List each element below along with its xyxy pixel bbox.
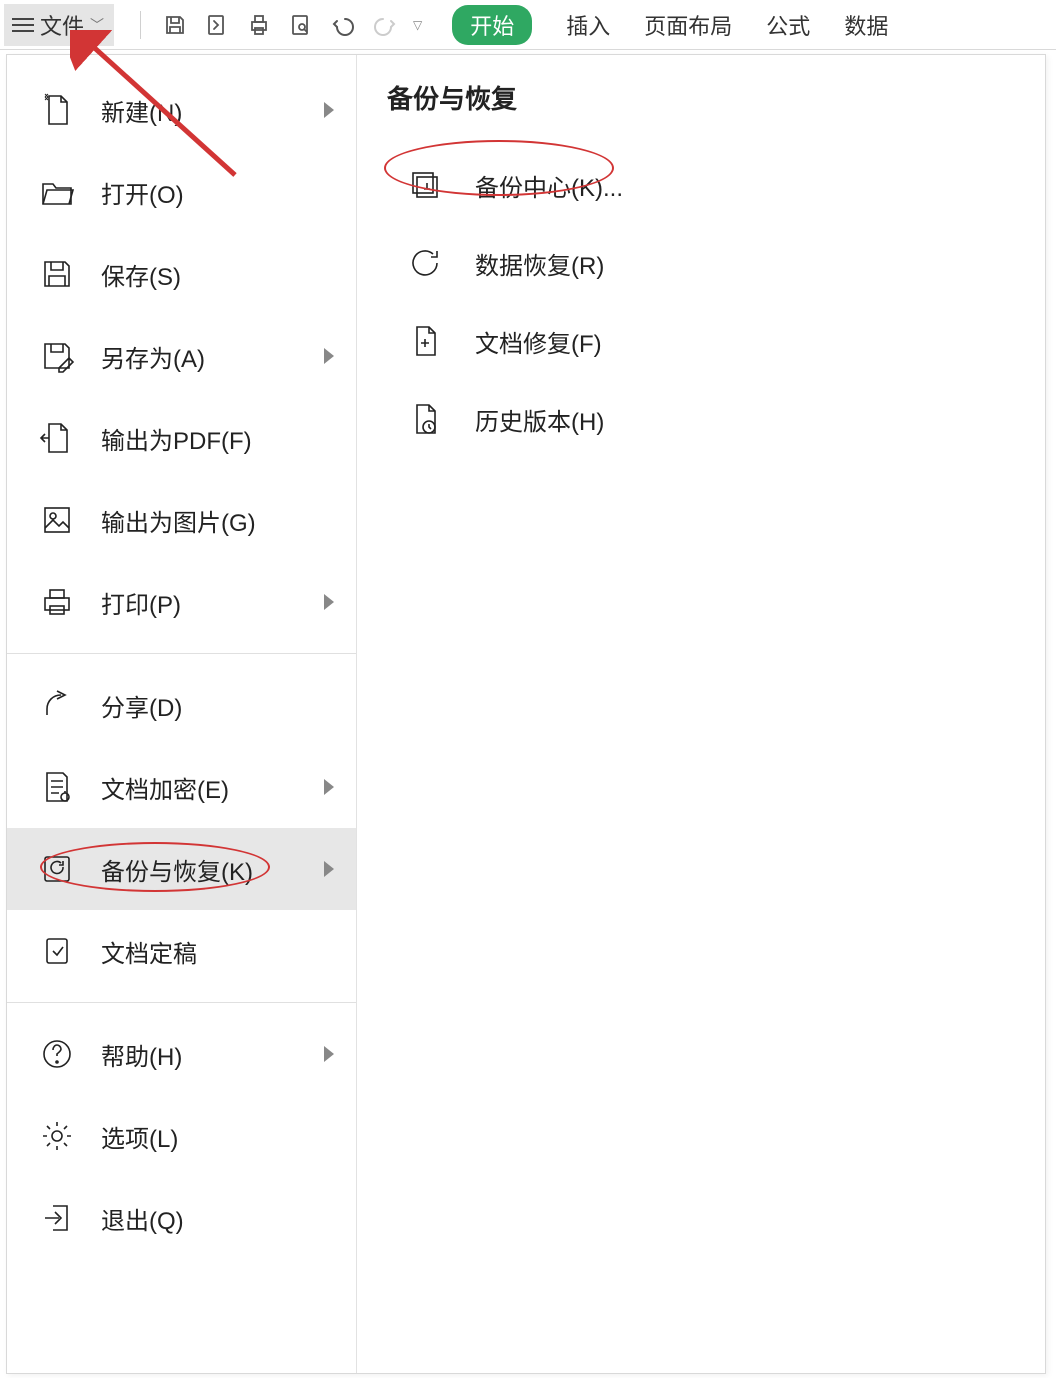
exit-icon (37, 1198, 77, 1238)
menu-item-encrypt[interactable]: 文档加密(E) (7, 746, 356, 828)
menu-item-label: 文档加密(E) (101, 770, 229, 805)
export-icon[interactable] (203, 11, 231, 39)
top-toolbar: 文件 ﹀ ▽ 开始 插入 页面布局 公式 数据 (0, 0, 1056, 50)
finalize-icon (37, 931, 77, 971)
menu-item-print[interactable]: 打印(P) (7, 561, 356, 643)
sub-item-label: 备份中心(K)... (475, 168, 623, 203)
backup-restore-icon (37, 849, 77, 889)
share-icon (37, 685, 77, 725)
menu-item-label: 文档定稿 (101, 934, 197, 969)
subpanel-title: 备份与恢复 (387, 79, 1015, 116)
sub-item-label: 数据恢复(R) (475, 246, 604, 281)
menu-item-label: 保存(S) (101, 257, 181, 292)
menu-item-share[interactable]: 分享(D) (7, 664, 356, 746)
tab-insert[interactable]: 插入 (566, 9, 610, 41)
menu-item-exit[interactable]: 退出(Q) (7, 1177, 356, 1259)
tab-start[interactable]: 开始 (452, 5, 532, 45)
menu-item-label: 帮助(H) (101, 1037, 182, 1072)
chevron-down-icon: ﹀ (90, 15, 104, 35)
save-disk-icon (37, 254, 77, 294)
file-dropdown: 新建(N) 打开(O) 保存(S) 另存为(A) 输 (6, 54, 1046, 1374)
encrypt-icon (37, 767, 77, 807)
menu-item-label: 输出为图片(G) (101, 503, 256, 538)
menu-item-label: 退出(Q) (101, 1201, 184, 1236)
menu-separator (7, 1002, 356, 1003)
open-folder-icon (37, 172, 77, 212)
tab-data[interactable]: 数据 (844, 9, 888, 41)
preview-icon[interactable] (287, 11, 315, 39)
print-icon[interactable] (245, 11, 273, 39)
submenu-arrow-icon (324, 102, 334, 118)
submenu-arrow-icon (324, 348, 334, 364)
history-icon (405, 399, 445, 439)
menu-item-options[interactable]: 选项(L) (7, 1095, 356, 1177)
submenu-arrow-icon (324, 779, 334, 795)
qat-overflow-chevron-icon[interactable]: ▽ (413, 18, 422, 32)
help-icon (37, 1034, 77, 1074)
sub-item-data-recovery[interactable]: 数据恢复(R) (387, 224, 1015, 302)
sub-item-label: 历史版本(H) (475, 402, 604, 437)
file-menu-button[interactable]: 文件 ﹀ (4, 4, 114, 46)
printer-icon (37, 582, 77, 622)
ribbon-tabs: 开始 插入 页面布局 公式 数据 (452, 5, 888, 45)
menu-item-label: 输出为PDF(F) (101, 421, 252, 456)
quick-access-toolbar: ▽ (134, 11, 422, 39)
sub-item-doc-repair[interactable]: 文档修复(F) (387, 302, 1015, 380)
tab-formula[interactable]: 公式 (766, 9, 810, 41)
backup-restore-subpanel: 备份与恢复 备份中心(K)... 数据恢复(R) 文档修复(F) 历史版本(H) (357, 55, 1045, 1373)
save-as-icon (37, 336, 77, 376)
file-menu-list: 新建(N) 打开(O) 保存(S) 另存为(A) 输 (7, 55, 357, 1373)
sub-item-history-version[interactable]: 历史版本(H) (387, 380, 1015, 458)
menu-item-help[interactable]: 帮助(H) (7, 1013, 356, 1095)
menu-item-label: 打印(P) (101, 585, 181, 620)
data-recovery-icon (405, 243, 445, 283)
qat-divider (140, 11, 141, 39)
menu-item-label: 打开(O) (101, 175, 184, 210)
menu-item-save[interactable]: 保存(S) (7, 233, 356, 315)
submenu-arrow-icon (324, 1046, 334, 1062)
menu-item-export-image[interactable]: 输出为图片(G) (7, 479, 356, 561)
menu-item-finalize[interactable]: 文档定稿 (7, 910, 356, 992)
export-image-icon (37, 500, 77, 540)
save-icon[interactable] (161, 11, 189, 39)
menu-item-label: 备份与恢复(K) (101, 852, 253, 887)
menu-separator (7, 653, 356, 654)
backup-center-icon (405, 165, 445, 205)
export-pdf-icon (37, 418, 77, 458)
doc-repair-icon (405, 321, 445, 361)
menu-item-new[interactable]: 新建(N) (7, 69, 356, 151)
menu-item-label: 新建(N) (101, 93, 182, 128)
sub-item-backup-center[interactable]: 备份中心(K)... (387, 146, 1015, 224)
menu-item-export-pdf[interactable]: 输出为PDF(F) (7, 397, 356, 479)
new-file-icon (37, 90, 77, 130)
gear-icon (37, 1116, 77, 1156)
sub-item-label: 文档修复(F) (475, 324, 602, 359)
menu-item-open[interactable]: 打开(O) (7, 151, 356, 233)
menu-item-label: 选项(L) (101, 1119, 178, 1154)
tab-page-layout[interactable]: 页面布局 (644, 9, 732, 41)
menu-item-backup-restore[interactable]: 备份与恢复(K) (7, 828, 356, 910)
submenu-arrow-icon (324, 861, 334, 877)
redo-icon[interactable] (371, 11, 399, 39)
menu-item-label: 分享(D) (101, 688, 182, 723)
menu-item-save-as[interactable]: 另存为(A) (7, 315, 356, 397)
submenu-arrow-icon (324, 594, 334, 610)
file-menu-label: 文件 (40, 9, 84, 41)
undo-icon[interactable] (329, 11, 357, 39)
menu-item-label: 另存为(A) (101, 339, 205, 374)
hamburger-icon (12, 18, 34, 32)
